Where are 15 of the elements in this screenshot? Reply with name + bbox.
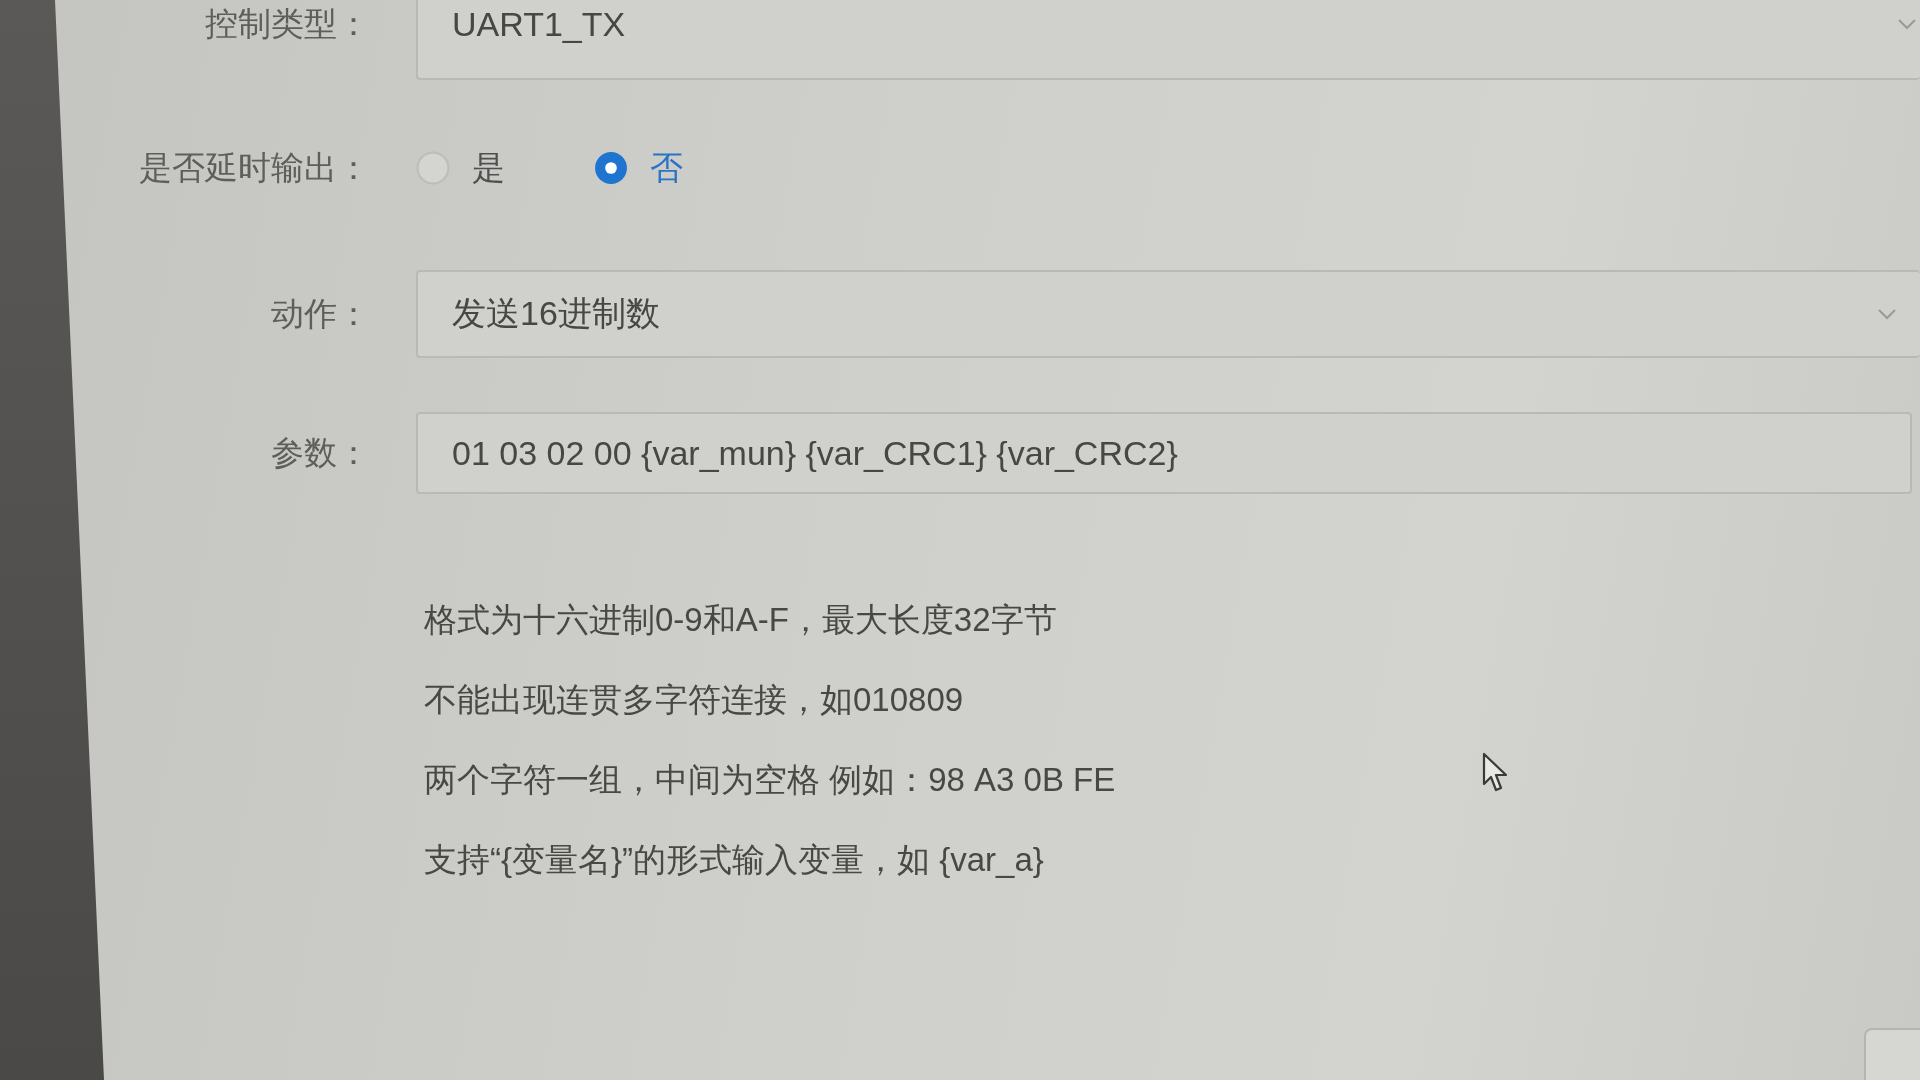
chevron-down-icon bbox=[1878, 308, 1896, 320]
partial-button[interactable] bbox=[1864, 1028, 1920, 1080]
radio-option[interactable]: 是 bbox=[416, 145, 594, 191]
select-field[interactable]: 发送16进制数 bbox=[416, 270, 1920, 358]
field-label: 动作： bbox=[271, 293, 370, 334]
field-label: 控制类型： bbox=[205, 4, 370, 44]
hint-text: 两个字符一组，中间为空格 例如：98 A3 0B FE bbox=[424, 760, 1116, 800]
chevron-down-icon bbox=[1898, 18, 1916, 30]
field-label: 是否延时输出： bbox=[139, 147, 370, 188]
select-field[interactable]: UART1_TX bbox=[416, 0, 1920, 80]
hint-text: 支持“{变量名}”的形式输入变量，如 {var_a} bbox=[424, 840, 1044, 880]
input-field[interactable]: 01 03 02 00 {var_mun} {var_CRC1} {var_CRC2} bbox=[416, 412, 1912, 494]
hint-text: 不能出现连贯多字符连接，如010809 bbox=[424, 680, 964, 720]
field-label: 参数： bbox=[271, 432, 370, 473]
hint-text: 格式为十六进制0-9和A-F，最大长度32字节 bbox=[424, 600, 1057, 640]
